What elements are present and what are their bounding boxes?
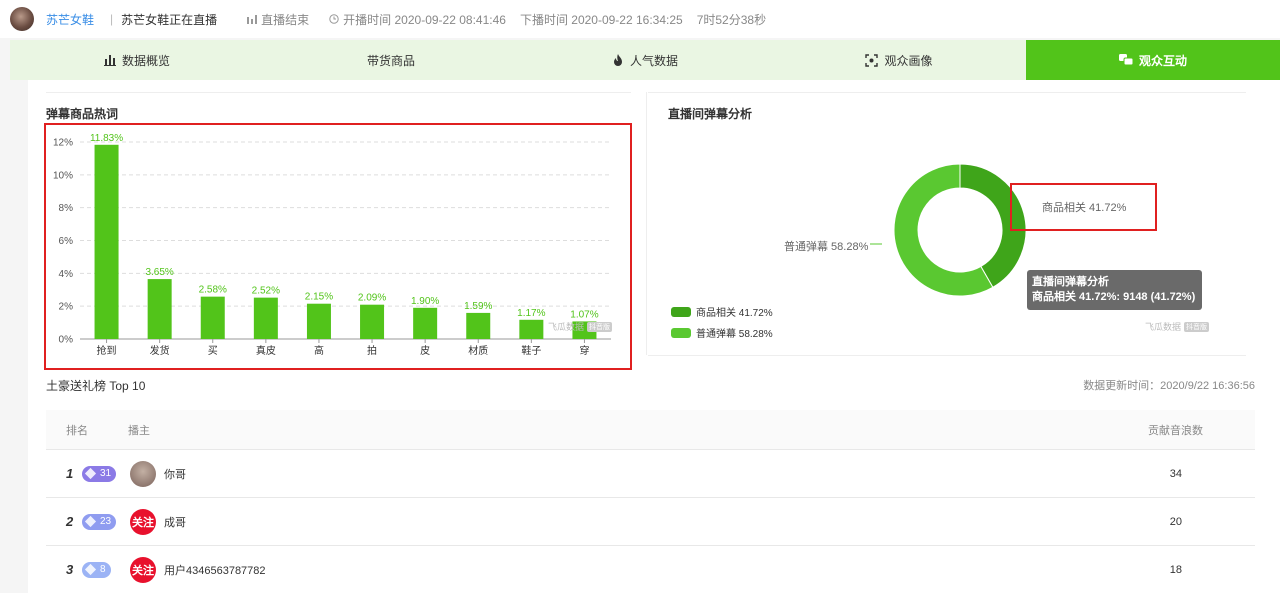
signal-bars-icon bbox=[247, 15, 258, 24]
user-name[interactable]: 你哥 bbox=[164, 466, 186, 482]
level-badge: 31 bbox=[82, 465, 117, 482]
legend-label: 普通弹幕 58.28% bbox=[696, 329, 773, 340]
flame-icon bbox=[613, 53, 622, 66]
clock-icon bbox=[329, 14, 339, 24]
divider bbox=[648, 92, 1246, 93]
table-row[interactable]: 2 23 关注 成哥 20 bbox=[46, 498, 1255, 546]
chat-icon bbox=[1118, 53, 1133, 65]
slice-leader-lines bbox=[870, 205, 1020, 245]
diamond-icon bbox=[84, 515, 97, 528]
watermark: 飞瓜数据 抖音版 bbox=[1145, 320, 1210, 333]
level-value: 23 bbox=[100, 516, 112, 527]
table-row[interactable]: 1 31 你哥 34 bbox=[46, 450, 1255, 498]
level-value: 8 bbox=[100, 564, 106, 575]
donut-legend: 商品相关 41.72% 普通弹幕 58.28% bbox=[671, 304, 773, 346]
live-status-text: 直播结束 bbox=[261, 12, 310, 27]
gift-ranking-title: 土豪送礼榜 Top 10 bbox=[46, 379, 146, 393]
tab-audience-profile[interactable]: 观众画像 bbox=[772, 40, 1026, 80]
bar-chart-icon bbox=[103, 55, 116, 66]
legend-swatch bbox=[671, 327, 691, 338]
legend-item-product[interactable]: 商品相关 41.72% bbox=[671, 304, 773, 319]
highlight-box bbox=[44, 123, 632, 370]
column-contribution: 贡献音浪数 bbox=[1148, 424, 1203, 437]
tooltip-text: 商品相关 41.72%: 9148 (41.72%) bbox=[1032, 291, 1196, 303]
tab-label: 数据概览 bbox=[121, 53, 170, 68]
legend-label: 商品相关 41.72% bbox=[696, 308, 773, 319]
diamond-icon bbox=[84, 467, 97, 480]
rank-number: 2 bbox=[66, 514, 74, 529]
right-panel-title: 直播间弹幕分析 bbox=[668, 107, 753, 121]
tab-data-overview[interactable]: 数据概览 bbox=[10, 40, 264, 80]
avatar[interactable]: 关注 bbox=[130, 556, 156, 583]
tab-products[interactable]: 带货商品 bbox=[264, 40, 518, 80]
diamond-icon bbox=[84, 563, 97, 576]
avatar[interactable]: 关注 bbox=[130, 508, 156, 535]
start-time: 开播时间 2020-09-22 08:41:46 bbox=[329, 11, 506, 28]
contribution-value: 34 bbox=[1169, 467, 1182, 480]
start-time-text: 开播时间 2020-09-22 08:41:46 bbox=[343, 12, 506, 27]
slice-label-normal: 普通弹幕 58.28% bbox=[784, 241, 869, 253]
level-value: 31 bbox=[100, 468, 112, 479]
tab-audience-interaction[interactable]: 观众互动 bbox=[1026, 40, 1280, 80]
contribution-value: 18 bbox=[1169, 563, 1182, 576]
legend-swatch bbox=[671, 306, 691, 317]
live-header: 苏芒女鞋 | 苏芒女鞋正在直播 直播结束 开播时间 2020-09-22 08:… bbox=[0, 0, 1280, 38]
live-title: 苏芒女鞋正在直播 bbox=[121, 12, 218, 27]
shop-avatar[interactable] bbox=[10, 7, 34, 31]
divider bbox=[646, 92, 647, 355]
tab-label: 带货商品 bbox=[366, 53, 415, 68]
update-time: 数据更新时间：2020/9/22 16:36:56 bbox=[1083, 380, 1255, 392]
end-time: 下播时间 2020-09-22 16:34:25 bbox=[519, 12, 683, 27]
table-header: 排名 播主 贡献音浪数 bbox=[46, 410, 1255, 450]
tab-label: 观众画像 bbox=[884, 53, 933, 68]
live-duration: 7时52分38秒 bbox=[696, 12, 767, 27]
left-panel-title: 弹幕商品热词 bbox=[46, 107, 119, 121]
highlight-box bbox=[1010, 183, 1157, 231]
gift-ranking-table: 排名 播主 贡献音浪数 1 31 你哥 34 2 23 关注 成哥 20 3 8… bbox=[46, 410, 1255, 593]
legend-item-normal[interactable]: 普通弹幕 58.28% bbox=[671, 325, 773, 340]
watermark-text: 飞瓜数据 bbox=[1145, 322, 1182, 332]
watermark-badge: 抖音版 bbox=[1184, 321, 1210, 332]
rank-number: 1 bbox=[66, 466, 74, 481]
column-anchor: 播主 bbox=[128, 424, 150, 437]
tab-bar: 数据概览 带货商品 人气数据 观众画像 观众互动 bbox=[10, 40, 1280, 80]
live-status: 直播结束 bbox=[247, 11, 309, 28]
table-row[interactable]: 3 8 关注 用户4346563787782 18 bbox=[46, 546, 1255, 593]
divider bbox=[648, 355, 1246, 356]
chart-tooltip: 直播间弹幕分析 商品相关 41.72%: 9148 (41.72%) bbox=[1027, 270, 1202, 310]
watermark-text: 飞瓜数据 bbox=[548, 322, 585, 332]
divider: | bbox=[110, 12, 114, 26]
avatar[interactable] bbox=[130, 460, 156, 487]
level-badge: 23 bbox=[82, 513, 117, 530]
user-name[interactable]: 用户4346563787782 bbox=[164, 562, 266, 578]
rank-number: 3 bbox=[66, 562, 74, 577]
scan-icon bbox=[865, 53, 879, 67]
watermark: 飞瓜数据 抖音版 bbox=[548, 320, 613, 333]
watermark-badge: 抖音版 bbox=[587, 321, 613, 332]
tooltip-title: 直播间弹幕分析 bbox=[1032, 276, 1109, 288]
shop-name-link[interactable]: 苏芒女鞋 bbox=[46, 11, 94, 28]
divider bbox=[46, 92, 631, 93]
contribution-value: 20 bbox=[1169, 515, 1182, 528]
tab-label: 人气数据 bbox=[629, 53, 678, 68]
level-badge: 8 bbox=[82, 561, 111, 578]
column-rank: 排名 bbox=[66, 424, 88, 437]
tab-label: 观众互动 bbox=[1138, 53, 1187, 68]
tab-popularity[interactable]: 人气数据 bbox=[518, 40, 772, 80]
user-name[interactable]: 成哥 bbox=[164, 514, 186, 530]
